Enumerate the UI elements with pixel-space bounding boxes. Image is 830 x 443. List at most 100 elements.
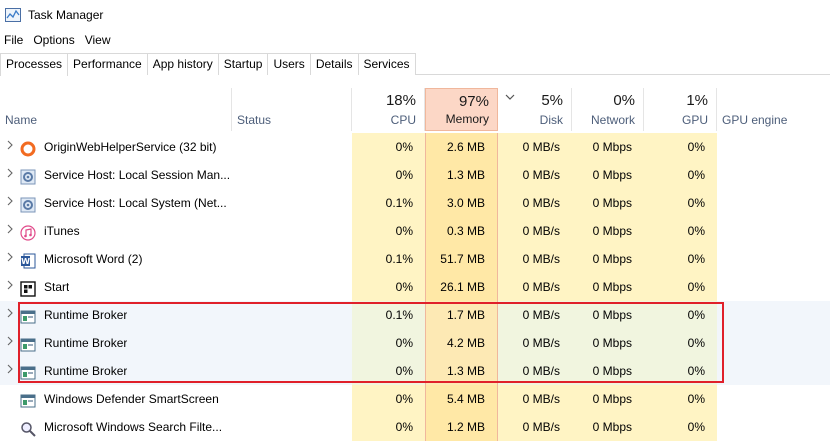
column-memory-label: Memory <box>445 112 489 126</box>
tab-details[interactable]: Details <box>309 53 359 75</box>
memory-value: 51.7 MB <box>425 245 498 273</box>
itunes-icon <box>20 223 36 241</box>
disk-value: 0 MB/s <box>498 301 572 329</box>
table-row[interactable]: W Microsoft Word (2) 0.1% 51.7 MB 0 MB/s 0 Mb… <box>0 245 830 273</box>
memory-value: 1.3 MB <box>425 357 498 385</box>
table-row[interactable]: iTunes 0% 0.3 MB 0 MB/s 0 Mbps 0% <box>0 217 830 245</box>
memory-value: 0.3 MB <box>425 217 498 245</box>
gpu-value: 0% <box>644 357 717 385</box>
tab-processes[interactable]: Processes <box>0 53 69 76</box>
chevron-right-icon[interactable] <box>0 245 20 273</box>
menu-options[interactable]: Options <box>28 33 79 47</box>
column-cpu[interactable]: 18% CPU <box>352 88 425 131</box>
gpu-value: 0% <box>644 385 717 413</box>
table-row[interactable]: OriginWebHelperService (32 bit) 0% 2.6 MB 0… <box>0 133 830 161</box>
tab-startup[interactable]: Startup <box>217 53 269 75</box>
column-cpu-label: CPU <box>390 113 416 127</box>
column-gpu-engine[interactable]: GPU engine <box>717 88 830 131</box>
gpu-total: 1% <box>686 92 708 109</box>
column-memory[interactable]: 97% Memory <box>425 88 498 131</box>
disk-value: 0 MB/s <box>498 133 572 161</box>
network-total: 0% <box>613 92 635 109</box>
network-value: 0 Mbps <box>572 413 644 441</box>
menu-view[interactable]: View <box>80 33 116 47</box>
process-name: Microsoft Word (2) <box>44 252 143 266</box>
gpu-value: 0% <box>644 133 717 161</box>
chevron-right-icon[interactable] <box>0 161 20 189</box>
memory-value: 1.2 MB <box>425 413 498 441</box>
process-name-cell: OriginWebHelperService (32 bit) <box>0 133 232 161</box>
cpu-value: 0% <box>352 217 425 245</box>
cpu-value: 0% <box>352 273 425 301</box>
gpu-engine-value <box>717 385 830 413</box>
process-name-cell: Service Host: Local System (Net... <box>0 189 232 217</box>
table-row[interactable]: Microsoft Windows Search Filte... 0% 1.2 M… <box>0 413 830 441</box>
memory-value: 1.3 MB <box>425 161 498 189</box>
column-gpu[interactable]: 1% GPU <box>644 88 717 131</box>
chevron-right-icon[interactable] <box>0 133 20 161</box>
tab-performance[interactable]: Performance <box>67 53 148 75</box>
column-name[interactable]: Name <box>0 88 232 131</box>
menu-file[interactable]: File <box>0 33 28 47</box>
gpu-engine-value <box>717 189 830 217</box>
gpu-value: 0% <box>644 273 717 301</box>
search-filter-icon <box>20 419 36 437</box>
table-row[interactable]: Service Host: Local System (Net... 0.1% 3.… <box>0 189 830 217</box>
column-status[interactable]: Status <box>232 88 352 131</box>
start-icon <box>20 279 36 297</box>
task-manager-icon <box>5 8 21 22</box>
disk-value: 0 MB/s <box>498 273 572 301</box>
memory-value: 26.1 MB <box>425 273 498 301</box>
network-value: 0 Mbps <box>572 385 644 413</box>
table-row[interactable]: Service Host: Local Session Man... 0% 1.3 … <box>0 161 830 189</box>
network-value: 0 Mbps <box>572 329 644 357</box>
cpu-value: 0.1% <box>352 245 425 273</box>
column-header: Name Status 18% CPU 97% Memory 5% Disk 0… <box>0 88 830 131</box>
process-name: iTunes <box>44 224 80 238</box>
disk-value: 0 MB/s <box>498 385 572 413</box>
table-row[interactable]: Runtime Broker 0% 4.2 MB 0 MB/s 0 Mbps 0% <box>0 329 830 357</box>
process-name-cell: Runtime Broker <box>0 329 232 357</box>
network-value: 0 Mbps <box>572 273 644 301</box>
gpu-value: 0% <box>644 413 717 441</box>
table-row[interactable]: Runtime Broker 0% 1.3 MB 0 MB/s 0 Mbps 0% <box>0 357 830 385</box>
process-name: Service Host: Local System (Net... <box>44 196 227 210</box>
cpu-value: 0% <box>352 385 425 413</box>
column-network[interactable]: 0% Network <box>572 88 644 131</box>
disk-value: 0 MB/s <box>498 161 572 189</box>
svg-text:W: W <box>21 257 30 266</box>
cpu-value: 0% <box>352 329 425 357</box>
network-value: 0 Mbps <box>572 189 644 217</box>
disk-total: 5% <box>541 92 563 109</box>
process-list: OriginWebHelperService (32 bit) 0% 2.6 MB 0… <box>0 133 830 441</box>
cpu-value: 0% <box>352 357 425 385</box>
chevron-right-icon[interactable] <box>0 273 20 301</box>
chevron-right-icon[interactable] <box>0 329 20 357</box>
gpu-value: 0% <box>644 329 717 357</box>
gpu-engine-value <box>717 161 830 189</box>
table-row[interactable]: Runtime Broker 0.1% 1.7 MB 0 MB/s 0 Mbps 0% <box>0 301 830 329</box>
column-status-label: Status <box>237 113 272 127</box>
table-row[interactable]: Windows Defender SmartScreen 0% 5.4 MB 0 MB… <box>0 385 830 413</box>
cpu-value: 0% <box>352 133 425 161</box>
process-name: Runtime Broker <box>44 364 128 378</box>
tab-users[interactable]: Users <box>267 53 311 75</box>
process-name-cell: iTunes <box>0 217 232 245</box>
tab-services[interactable]: Services <box>357 53 416 75</box>
tab-app-history[interactable]: App history <box>146 53 219 75</box>
network-value: 0 Mbps <box>572 161 644 189</box>
memory-total: 97% <box>458 93 489 110</box>
gpu-engine-value <box>717 301 830 329</box>
chevron-right-icon[interactable] <box>0 217 20 245</box>
gpu-engine-value <box>717 133 830 161</box>
word-icon: W <box>20 251 36 269</box>
chevron-right-icon[interactable] <box>0 301 20 329</box>
memory-value: 3.0 MB <box>425 189 498 217</box>
gpu-engine-value <box>717 273 830 301</box>
process-name-cell: Windows Defender SmartScreen <box>0 385 232 413</box>
gpu-value: 0% <box>644 189 717 217</box>
chevron-down-icon[interactable] <box>505 92 515 103</box>
table-row[interactable]: Start 0% 26.1 MB 0 MB/s 0 Mbps 0% <box>0 273 830 301</box>
chevron-right-icon[interactable] <box>0 357 20 385</box>
chevron-right-icon[interactable] <box>0 189 20 217</box>
